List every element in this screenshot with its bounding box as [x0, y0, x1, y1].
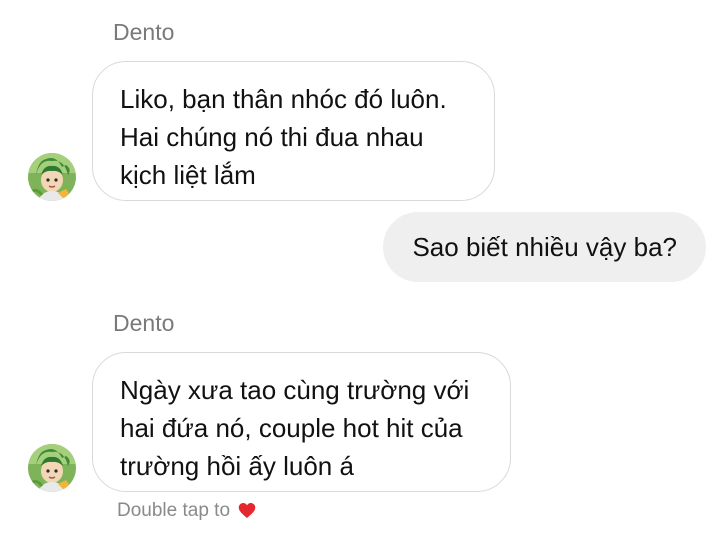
message-line: trường hồi ấy luôn á: [120, 451, 354, 481]
message-line: kịch liệt lắm: [120, 160, 256, 190]
sender-name: Dento: [113, 19, 175, 45]
outgoing-message-bubble[interactable]: Sao biết nhiều vậy ba?: [383, 212, 706, 282]
message-line: Ngày xưa tao cùng trường với: [120, 375, 470, 405]
heart-icon: [238, 501, 256, 527]
message-line: Hai chúng nó thi đua nhau: [120, 122, 424, 152]
double-tap-hint: Double tap to: [117, 498, 256, 527]
avatar[interactable]: [28, 444, 76, 492]
incoming-message-bubble[interactable]: Ngày xưa tao cùng trường với hai đứa nó,…: [92, 352, 511, 492]
sender-name: Dento: [113, 310, 175, 336]
avatar-image: [28, 444, 76, 492]
message-line: Liko, bạn thân nhóc đó luôn.: [120, 84, 447, 114]
message-text: Sao biết nhiều vậy ba?: [412, 232, 677, 262]
incoming-message-bubble[interactable]: Liko, bạn thân nhóc đó luôn. Hai chúng n…: [92, 61, 495, 201]
double-tap-hint-text: Double tap to: [117, 500, 231, 521]
avatar-image: [28, 153, 76, 201]
avatar[interactable]: [28, 153, 76, 201]
message-line: hai đứa nó, couple hot hit của: [120, 413, 463, 443]
